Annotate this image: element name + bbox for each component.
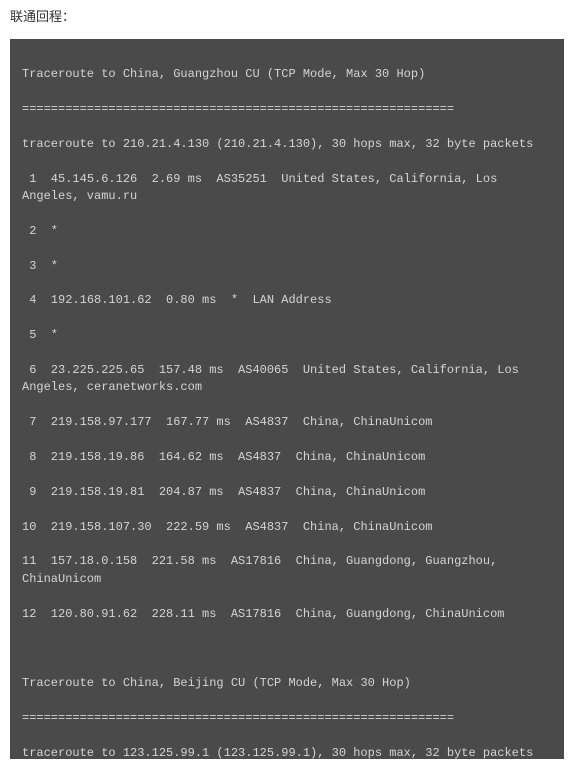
hop-line: 7 219.158.97.177 167.77 ms AS4837 China,…	[22, 414, 552, 431]
hop-line: 2 *	[22, 223, 552, 240]
hop-line: 1 45.145.6.126 2.69 ms AS35251 United St…	[22, 171, 552, 206]
hop-line: 12 120.80.91.62 228.11 ms AS17816 China,…	[22, 606, 552, 623]
separator: ========================================…	[22, 710, 552, 727]
hop-line: 4 192.168.101.62 0.80 ms * LAN Address	[22, 292, 552, 309]
hop-line: 6 23.225.225.65 157.48 ms AS40065 United…	[22, 362, 552, 397]
hop-line: 11 157.18.0.158 221.58 ms AS17816 China,…	[22, 553, 552, 588]
hop-line: 3 *	[22, 258, 552, 275]
hop-line: 5 *	[22, 327, 552, 344]
traceroute-title-2: Traceroute to China, Beijing CU (TCP Mod…	[22, 675, 552, 692]
traceroute-cmd-1: traceroute to 210.21.4.130 (210.21.4.130…	[22, 136, 552, 153]
section-header: 联通回程：	[0, 0, 574, 31]
hop-line: 9 219.158.19.81 204.87 ms AS4837 China, …	[22, 484, 552, 501]
terminal-output: Traceroute to China, Guangzhou CU (TCP M…	[10, 39, 564, 759]
traceroute-title-1: Traceroute to China, Guangzhou CU (TCP M…	[22, 66, 552, 83]
traceroute-cmd-2: traceroute to 123.125.99.1 (123.125.99.1…	[22, 745, 552, 759]
blank-line	[22, 640, 552, 657]
separator: ========================================…	[22, 101, 552, 118]
hop-line: 10 219.158.107.30 222.59 ms AS4837 China…	[22, 519, 552, 536]
hop-line: 8 219.158.19.86 164.62 ms AS4837 China, …	[22, 449, 552, 466]
